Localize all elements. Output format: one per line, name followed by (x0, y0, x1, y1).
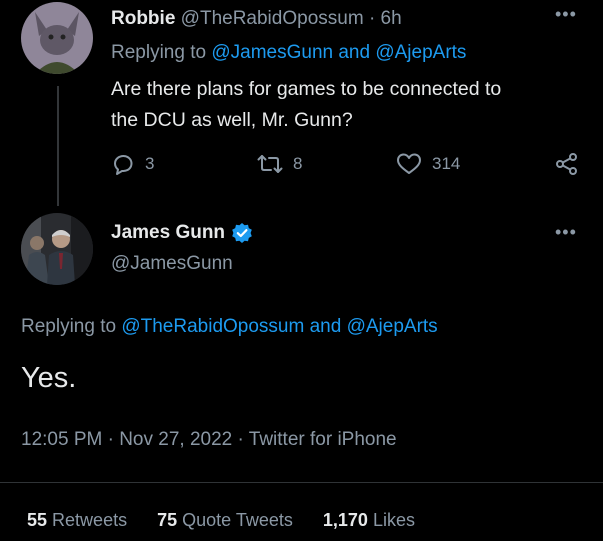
reply-icon (114, 155, 133, 175)
time-ago[interactable]: 6h (381, 8, 402, 29)
retweets-stat[interactable]: 55 Retweets (27, 510, 127, 531)
display-name[interactable]: Robbie (111, 8, 175, 29)
tweet-text: Yes. (21, 362, 77, 394)
quotes-label: Quote Tweets (182, 510, 293, 530)
replying-prefix: Replying to (111, 42, 207, 63)
heart-icon (397, 153, 421, 174)
tweet-text-line1: Are there plans for games to be connecte… (111, 78, 502, 100)
share-button[interactable] (555, 152, 579, 176)
avatar-james-gunn[interactable] (21, 213, 93, 285)
divider (0, 482, 603, 483)
likes-stat[interactable]: 1,170 Likes (323, 510, 415, 531)
reply-count: 3 (145, 154, 155, 173)
likes-count: 1,170 (322, 510, 368, 530)
replying-mentions[interactable]: @TheRabidOpossum and @AjepArts (121, 316, 437, 337)
replying-to: Replying to @JamesGunn and @AjepArts (111, 42, 466, 64)
likes-label: Likes (372, 510, 415, 530)
replying-prefix: Replying to (21, 316, 117, 337)
tweet-timestamp[interactable]: 12:05 PM · Nov 27, 2022 · Twitter for iP… (21, 429, 397, 451)
quote-tweets-stat[interactable]: 75 Quote Tweets (157, 510, 293, 531)
reply-header: Robbie @TheRabidOpossum · 6h (111, 8, 402, 30)
more-icon[interactable]: ••• (555, 222, 577, 243)
display-name[interactable]: James Gunn (111, 222, 225, 244)
user-handle[interactable]: @TheRabidOpossum (181, 8, 364, 29)
quotes-count: 75 (157, 510, 178, 530)
retweets-count: 55 (27, 510, 48, 530)
tweet-stats: 55 Retweets 75 Quote Tweets 1,170 Likes (27, 510, 415, 531)
main-author-row: James Gunn (111, 222, 253, 244)
tweet-text-line2: the DCU as well, Mr. Gunn? (111, 109, 353, 131)
replying-to: Replying to @TheRabidOpossum and @AjepAr… (21, 316, 438, 338)
verified-badge-icon (232, 223, 252, 243)
retweets-label: Retweets (52, 510, 128, 530)
separator: · (368, 8, 376, 29)
share-icon (556, 153, 577, 175)
tweet-text: Are there plans for games to be connecte… (111, 74, 501, 136)
avatar-robbie[interactable] (21, 2, 93, 74)
reply-button[interactable]: 3 (111, 152, 154, 176)
thread-line (57, 86, 59, 206)
like-button[interactable]: 314 (396, 152, 460, 176)
replying-mentions[interactable]: @JamesGunn and @AjepArts (211, 42, 466, 63)
retweet-count: 8 (293, 154, 303, 173)
retweet-button[interactable]: 8 (257, 152, 302, 176)
more-icon[interactable]: ••• (555, 4, 577, 25)
like-count: 314 (432, 154, 461, 173)
user-handle[interactable]: @JamesGunn (111, 253, 233, 275)
retweet-icon (257, 155, 283, 173)
